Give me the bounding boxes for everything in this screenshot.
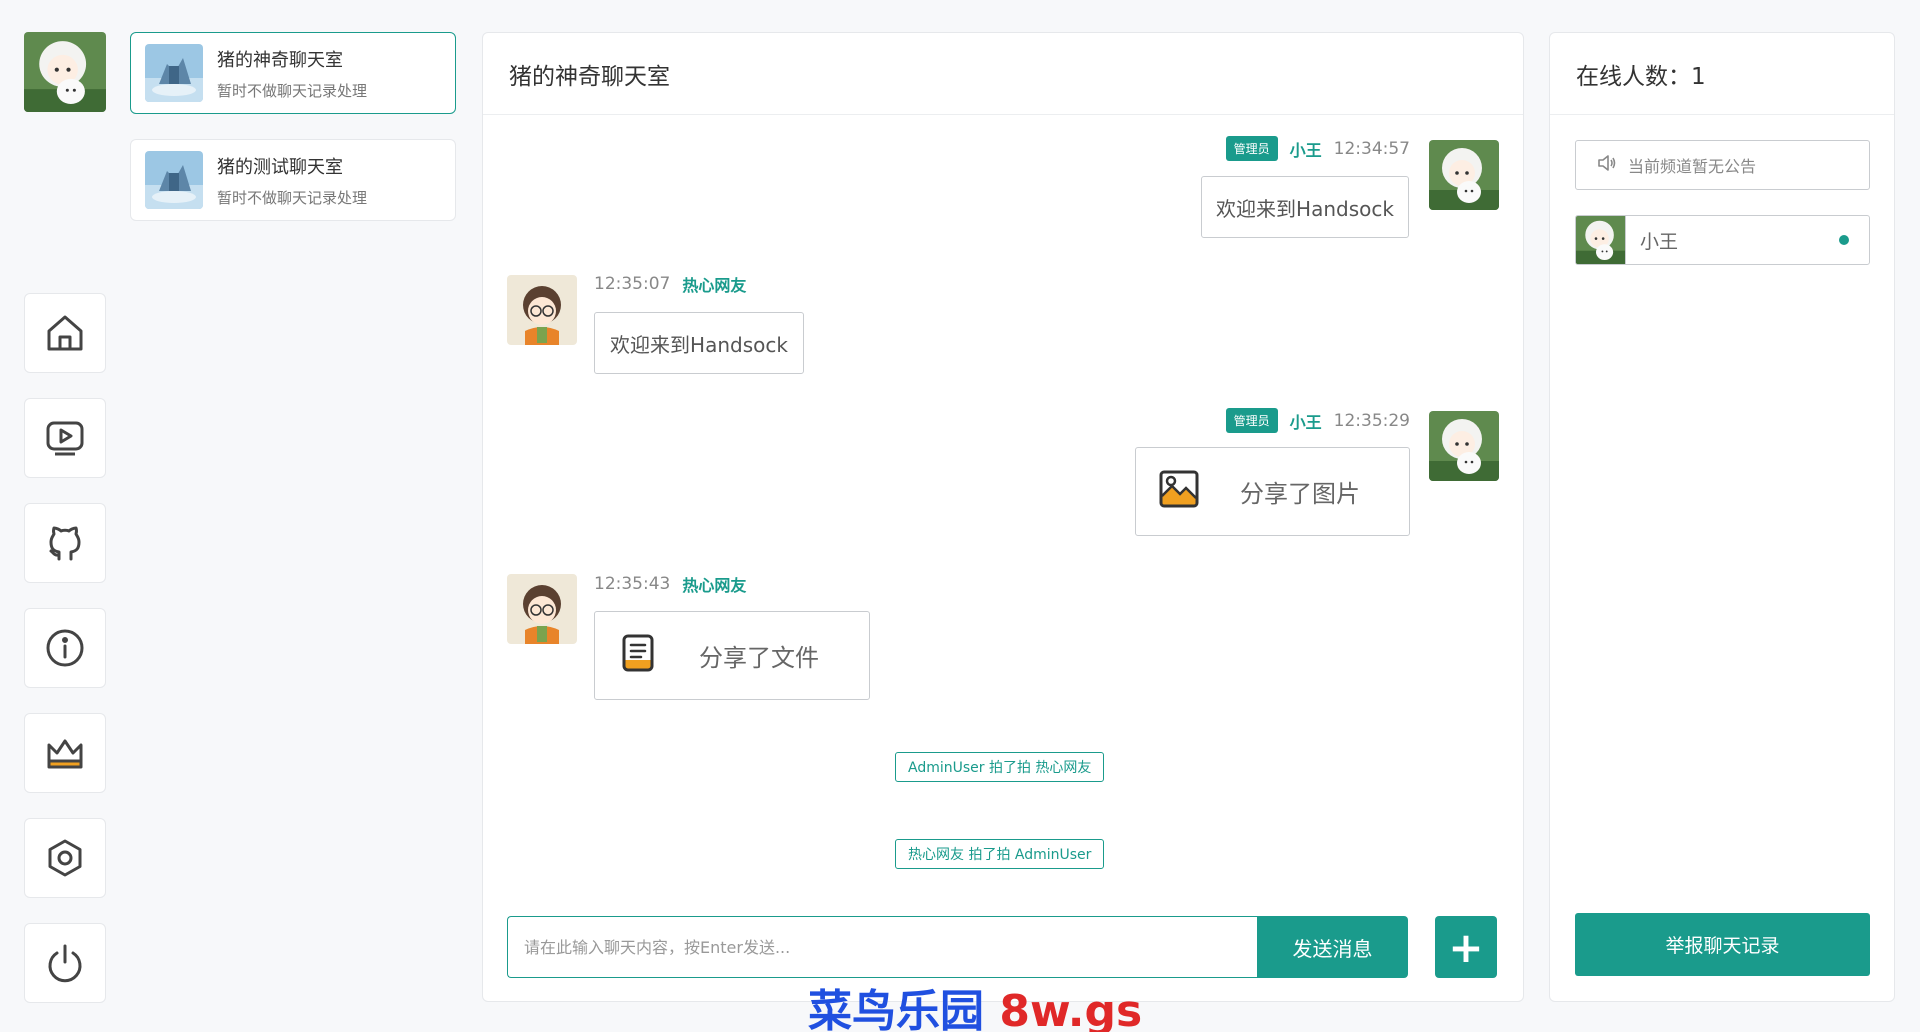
plus-button[interactable]: + (1435, 916, 1497, 978)
message-username[interactable]: 热心网友 (682, 572, 746, 596)
room-thumbnail (145, 151, 203, 209)
report-button[interactable]: 举报聊天记录 (1575, 913, 1870, 976)
room-subtitle: 暂时不做聊天记录处理 (217, 81, 368, 100)
power-icon[interactable] (24, 923, 106, 1003)
message-username[interactable]: 热心网友 (682, 272, 746, 296)
announcement-box: 当前频道暂无公告 (1575, 140, 1870, 190)
message-avatar[interactable] (1429, 140, 1499, 210)
announcement-text: 当前频道暂无公告 (1628, 157, 1757, 176)
online-count: 在线人数：1 (1550, 33, 1894, 115)
system-notice: 热心网友 拍了拍 AdminUser (895, 839, 1105, 869)
message-time: 12:35:43 (594, 574, 671, 594)
message-username[interactable]: 小王 (1290, 409, 1322, 433)
info-icon[interactable] (24, 608, 106, 688)
file-share-bubble[interactable]: 分享了文件 (594, 611, 870, 700)
member-avatar (1576, 216, 1626, 264)
watermark: 菜鸟乐园 8w.gs (808, 986, 1143, 1032)
message-avatar[interactable] (507, 275, 577, 345)
home-icon[interactable] (24, 293, 106, 373)
room-item[interactable]: 猪的测试聊天室 暂时不做聊天记录处理 (130, 139, 456, 221)
message-meta: 管理员 小王 12:34:57 (1225, 136, 1410, 161)
image-icon (1158, 468, 1200, 516)
message-time: 12:35:07 (594, 274, 671, 294)
message-avatar[interactable] (1429, 411, 1499, 481)
file-icon (617, 632, 659, 680)
message-meta: 管理员 小王 12:35:29 (1225, 408, 1410, 433)
room-subtitle: 暂时不做聊天记录处理 (217, 188, 368, 207)
message-time: 12:34:57 (1333, 138, 1410, 159)
system-notice: AdminUser 拍了拍 热心网友 (895, 752, 1105, 782)
message-bubble: 欢迎来到Handsock (1201, 176, 1409, 238)
message-bubble: 欢迎来到Handsock (594, 312, 804, 374)
admin-badge: 管理员 (1225, 408, 1278, 433)
message-meta: 12:35:07 热心网友 (594, 272, 746, 296)
message-avatar[interactable] (507, 574, 577, 644)
online-status-dot (1839, 235, 1849, 245)
room-item[interactable]: 猪的神奇聊天室 暂时不做聊天记录处理 (130, 32, 456, 114)
crown-icon[interactable] (24, 713, 106, 793)
message-time: 12:35:29 (1333, 410, 1410, 431)
room-name: 猪的神奇聊天室 (217, 49, 343, 71)
image-share-bubble[interactable]: 分享了图片 (1135, 447, 1410, 536)
share-text: 分享了图片 (1240, 480, 1360, 508)
member-item[interactable]: 小王 (1575, 215, 1870, 265)
message-meta: 12:35:43 热心网友 (594, 572, 746, 596)
message-username[interactable]: 小王 (1290, 137, 1322, 161)
settings-icon[interactable] (24, 818, 106, 898)
member-name: 小王 (1640, 230, 1679, 253)
speaker-icon (1596, 152, 1618, 178)
chat-input[interactable] (507, 916, 1258, 978)
room-thumbnail (145, 44, 203, 102)
video-icon[interactable] (24, 398, 106, 478)
room-name: 猪的测试聊天室 (217, 156, 343, 178)
chat-title: 猪的神奇聊天室 (483, 33, 1523, 115)
share-text: 分享了文件 (699, 644, 819, 672)
send-button[interactable]: 发送消息 (1257, 916, 1408, 978)
github-icon[interactable] (24, 503, 106, 583)
user-avatar[interactable] (24, 32, 106, 112)
admin-badge: 管理员 (1225, 136, 1278, 161)
